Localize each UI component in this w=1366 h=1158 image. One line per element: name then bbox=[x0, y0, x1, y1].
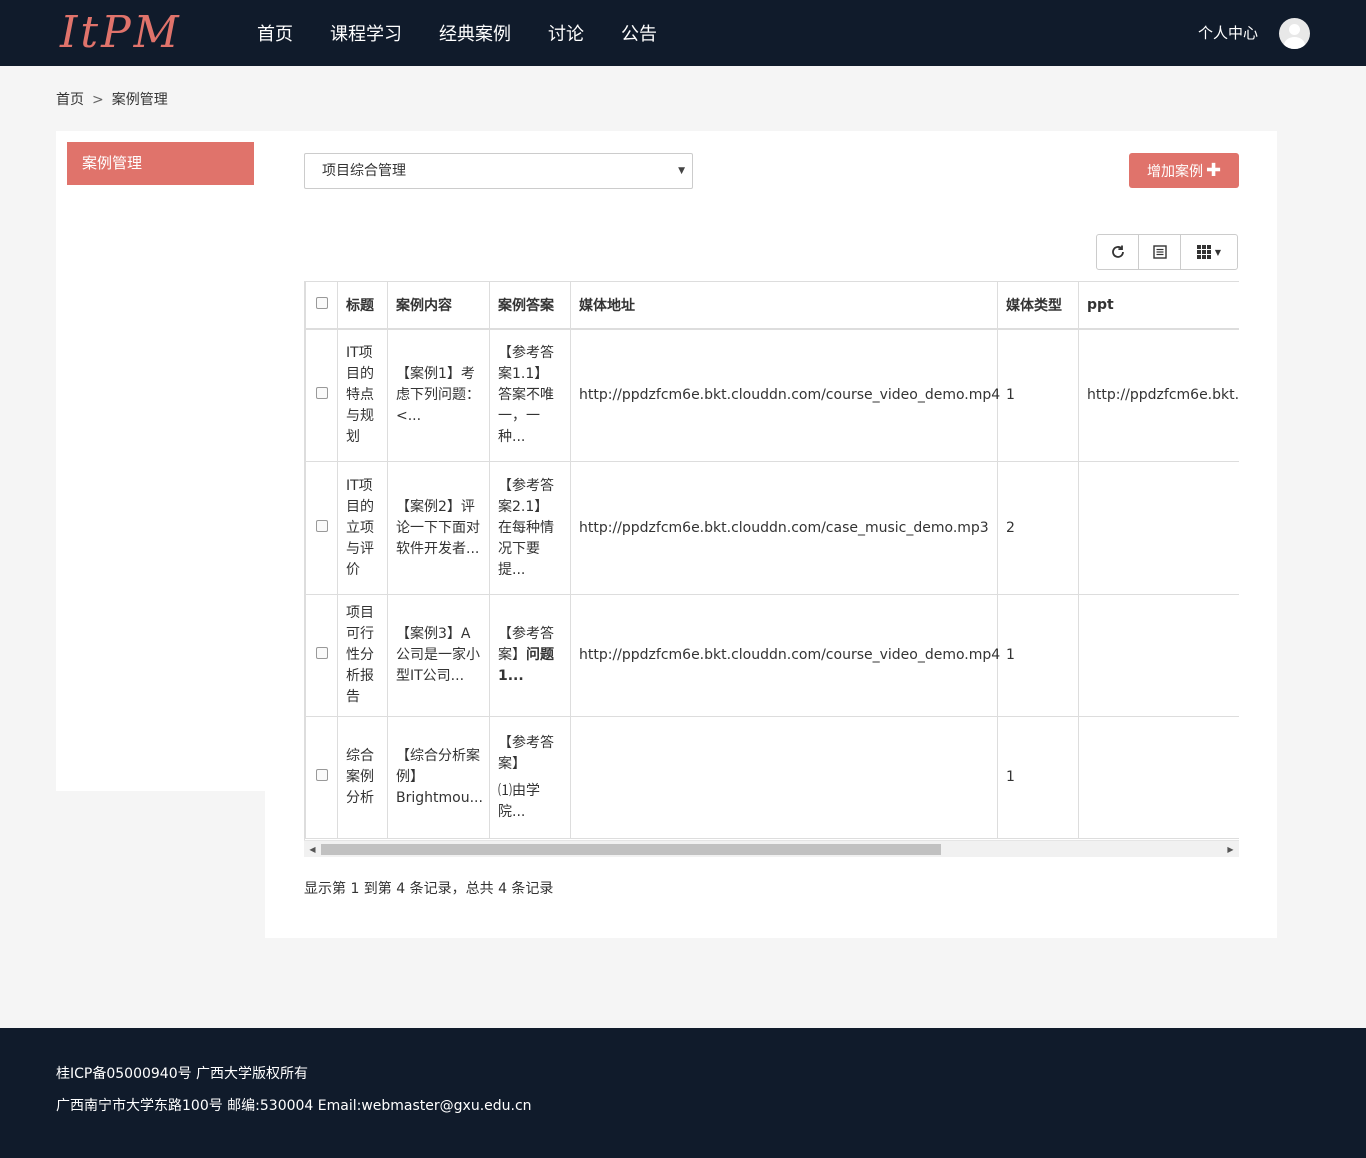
cell-media-type: 1 bbox=[997, 716, 1079, 839]
row-checkbox[interactable] bbox=[315, 519, 328, 532]
nav-classic-cases[interactable]: 经典案例 bbox=[439, 20, 511, 46]
footer-address: 广西南宁市大学东路100号 邮编:530004 Email:webmaster@… bbox=[56, 1098, 532, 1114]
cell-content: 【综合分析案例】Brightmou... bbox=[387, 716, 490, 839]
row-checkbox-cell bbox=[305, 461, 338, 595]
main-nav: 首页 课程学习 经典案例 讨论 公告 bbox=[257, 0, 694, 66]
answer-line-2: ⑴由学院... bbox=[498, 782, 540, 820]
cell-title: IT项目的立项与评价 bbox=[337, 461, 388, 595]
horizontal-scrollbar[interactable]: ◀ ▶ bbox=[304, 840, 1239, 857]
cell-media-url: http://ppdzfcm6e.bkt.clouddn.com/course_… bbox=[570, 328, 1000, 462]
cell-media-type: 1 bbox=[997, 594, 1079, 717]
cell-title: 项目可行性分析报告 bbox=[337, 594, 388, 717]
course-select[interactable]: 项目综合管理 ▼ bbox=[304, 153, 693, 189]
cell-content: 【案例1】考虑下列问题：<... bbox=[387, 328, 490, 462]
footer: 桂ICP备05000940号 广西大学版权所有 广西南宁市大学东路100号 邮编… bbox=[0, 1028, 1366, 1158]
list-icon bbox=[1152, 245, 1167, 259]
cell-ppt bbox=[1078, 594, 1239, 717]
refresh-icon bbox=[1111, 245, 1124, 258]
cell-answer: 【参考答案1.1】答案不唯一，一种... bbox=[489, 328, 571, 462]
column-header-answer[interactable]: 案例答案 bbox=[489, 281, 571, 330]
scroll-thumb[interactable] bbox=[321, 844, 941, 855]
avatar-body-shape bbox=[1284, 37, 1305, 49]
nav-course-study[interactable]: 课程学习 bbox=[330, 20, 402, 46]
course-select-value: 项目综合管理 bbox=[322, 163, 406, 179]
add-case-label: 增加案例 bbox=[1146, 164, 1203, 180]
breadcrumb: 首页 > 案例管理 bbox=[56, 89, 168, 109]
cell-ppt bbox=[1078, 716, 1239, 839]
cell-media-url: http://ppdzfcm6e.bkt.clouddn.com/course_… bbox=[570, 594, 1000, 717]
footer-icp: 桂ICP备05000940号 广西大学版权所有 bbox=[56, 1066, 309, 1082]
row-checkbox-cell bbox=[305, 328, 338, 462]
plus-icon: ✚ bbox=[1205, 160, 1222, 181]
refresh-button[interactable] bbox=[1097, 235, 1139, 269]
row-checkbox-cell bbox=[305, 716, 338, 839]
table-row: 综合案例分析 【综合分析案例】Brightmou... 【参考答案】 ⑴由学院..… bbox=[305, 716, 1239, 839]
avatar[interactable] bbox=[1279, 18, 1310, 49]
table-row: IT项目的立项与评价 【案例2】评论一下下面对软件开发者... 【参考答案2.1… bbox=[305, 461, 1239, 595]
nav-home[interactable]: 首页 bbox=[257, 20, 293, 46]
answer-line-1: 【参考答案】 bbox=[498, 734, 554, 772]
row-checkbox[interactable] bbox=[315, 386, 328, 399]
column-header-title[interactable]: 标题 bbox=[337, 281, 388, 330]
column-header-ppt[interactable]: ppt bbox=[1078, 281, 1239, 330]
column-header-content[interactable]: 案例内容 bbox=[387, 281, 490, 330]
cases-table-container[interactable]: 标题 案例内容 案例答案 媒体地址 媒体类型 ppt IT项目的特点与规划 【案… bbox=[304, 281, 1239, 857]
breadcrumb-current: 案例管理 bbox=[111, 92, 168, 108]
select-all-cell bbox=[305, 281, 338, 330]
columns-button[interactable]: ▼ bbox=[1181, 235, 1237, 269]
sidebar-item-case-management[interactable]: 案例管理 bbox=[67, 142, 254, 185]
nav-announcements[interactable]: 公告 bbox=[621, 20, 657, 46]
cell-answer: 【参考答案】 ⑴由学院... bbox=[489, 716, 571, 839]
cell-content: 【案例3】A公司是一家小型IT公司... bbox=[387, 594, 490, 717]
row-checkbox-cell bbox=[305, 594, 338, 717]
sidebar: 案例管理 bbox=[56, 131, 265, 791]
user-center-link[interactable]: 个人中心 bbox=[1198, 22, 1258, 43]
toggle-view-button[interactable] bbox=[1139, 235, 1181, 269]
cell-media-type: 2 bbox=[997, 461, 1079, 595]
cell-title: IT项目的特点与规划 bbox=[337, 328, 388, 462]
main-panel: 项目综合管理 ▼ 增加案例 ✚ ▼ 标题 案例内容 案例答案 媒体地址 媒体类型… bbox=[265, 131, 1277, 938]
avatar-head-shape bbox=[1289, 24, 1300, 35]
caret-down-icon: ▼ bbox=[678, 166, 685, 176]
scroll-right-icon[interactable]: ▶ bbox=[1222, 841, 1239, 858]
pagination-info: 显示第 1 到第 4 条记录，总共 4 条记录 bbox=[304, 881, 554, 897]
cell-answer: 【参考答案2.1】在每种情况下要提... bbox=[489, 461, 571, 595]
cases-table: 标题 案例内容 案例答案 媒体地址 媒体类型 ppt IT项目的特点与规划 【案… bbox=[305, 281, 1239, 839]
top-navbar: ItPM 首页 课程学习 经典案例 讨论 公告 个人中心 bbox=[0, 0, 1366, 66]
table-toolbar: ▼ bbox=[1096, 234, 1238, 270]
add-case-button[interactable]: 增加案例 ✚ bbox=[1129, 153, 1239, 188]
cell-content: 【案例2】评论一下下面对软件开发者... bbox=[387, 461, 490, 595]
column-header-media-url[interactable]: 媒体地址 bbox=[570, 281, 998, 330]
caret-down-icon: ▼ bbox=[1214, 247, 1222, 257]
cell-media-type: 1 bbox=[997, 328, 1079, 462]
table-row: IT项目的特点与规划 【案例1】考虑下列问题：<... 【参考答案1.1】答案不… bbox=[305, 328, 1239, 462]
cell-ppt: http://ppdzfcm6e.bkt.c bbox=[1078, 328, 1239, 462]
cell-answer: 【参考答案】问题1... bbox=[489, 594, 571, 717]
nav-discussion[interactable]: 讨论 bbox=[548, 20, 584, 46]
column-header-media-type[interactable]: 媒体类型 bbox=[997, 281, 1079, 330]
scroll-left-icon[interactable]: ◀ bbox=[304, 841, 321, 858]
breadcrumb-separator: > bbox=[92, 92, 104, 108]
row-checkbox[interactable] bbox=[315, 647, 328, 659]
cell-ppt bbox=[1078, 461, 1239, 595]
table-row: 项目可行性分析报告 【案例3】A公司是一家小型IT公司... 【参考答案】问题1… bbox=[305, 594, 1239, 717]
site-logo[interactable]: ItPM bbox=[60, 6, 182, 60]
grid-icon bbox=[1196, 245, 1211, 259]
cell-title: 综合案例分析 bbox=[337, 716, 388, 839]
select-all-checkbox[interactable] bbox=[315, 296, 328, 309]
cell-media-url bbox=[570, 716, 998, 839]
row-checkbox[interactable] bbox=[315, 769, 328, 781]
table-header-row: 标题 案例内容 案例答案 媒体地址 媒体类型 ppt bbox=[305, 281, 1239, 330]
cell-media-url: http://ppdzfcm6e.bkt.clouddn.com/case_mu… bbox=[570, 461, 998, 595]
breadcrumb-home[interactable]: 首页 bbox=[56, 92, 84, 108]
